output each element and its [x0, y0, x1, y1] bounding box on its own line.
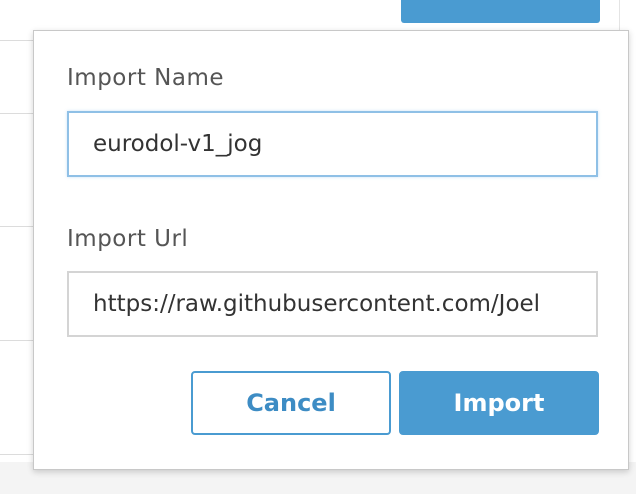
- list-row-divider: [0, 40, 36, 41]
- import-name-label: Import Name: [67, 65, 224, 91]
- list-row-divider: [0, 226, 36, 227]
- list-row-divider: [0, 340, 36, 341]
- import-name-input[interactable]: [67, 111, 598, 177]
- import-button[interactable]: Import: [399, 371, 599, 435]
- import-url-input[interactable]: [67, 271, 598, 337]
- import-url-label: Import Url: [67, 226, 189, 252]
- import-popover: Import Name Import Url Cancel Import: [33, 30, 629, 470]
- cancel-button[interactable]: Cancel: [191, 371, 391, 435]
- background-top-button[interactable]: [401, 0, 600, 23]
- list-row-divider: [0, 113, 36, 114]
- list-row-divider: [0, 454, 36, 455]
- page: Import Name Import Url Cancel Import: [0, 0, 636, 494]
